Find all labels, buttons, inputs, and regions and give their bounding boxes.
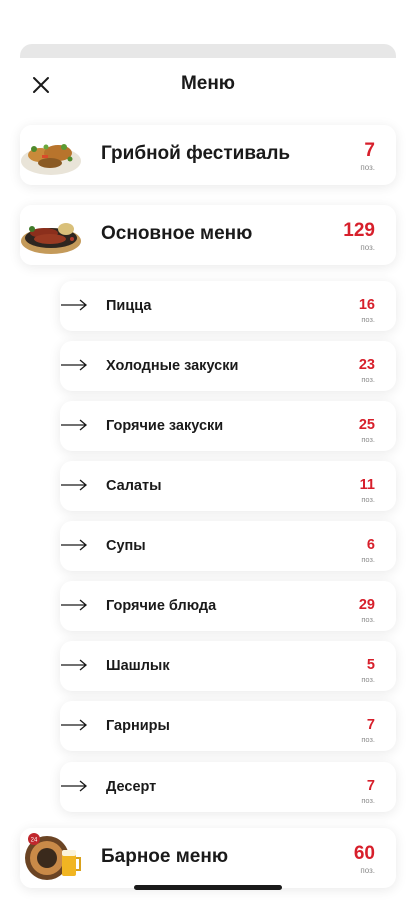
sheet-handle-area	[20, 44, 396, 58]
subcategory-cold-appetizers[interactable]: Холодные закуски 23 поз.	[60, 341, 396, 391]
category-card-main-menu[interactable]: Основное меню 129 поз.	[20, 205, 396, 265]
arrow-right-icon	[61, 299, 88, 311]
arrow-right-icon	[61, 539, 88, 551]
subcategory-name: Холодные закуски	[106, 358, 239, 374]
subcategory-name: Салаты	[106, 478, 162, 494]
count-unit: поз.	[361, 495, 375, 504]
item-count: 29 поз.	[359, 598, 375, 625]
item-count: 16 поз.	[359, 298, 375, 325]
category-name: Основное меню	[101, 223, 253, 244]
subcategory-name: Пицца	[106, 298, 152, 314]
subcategory-hot-dishes[interactable]: Горячие блюда 29 поз.	[60, 581, 396, 631]
arrow-right-icon	[61, 780, 88, 792]
arrow-right-icon	[61, 719, 88, 731]
item-count: 5 поз.	[361, 658, 375, 685]
bar-logo-photo: 24	[20, 828, 82, 888]
subcategory-pizza[interactable]: Пицца 16 поз.	[60, 281, 396, 331]
count-value: 7	[364, 140, 375, 161]
count-unit: поз.	[361, 315, 375, 324]
count-unit: поз.	[361, 615, 375, 624]
subcategory-shashlik[interactable]: Шашлык 5 поз.	[60, 641, 396, 691]
item-count: 11 поз.	[360, 478, 375, 505]
count-unit: поз.	[361, 375, 375, 384]
count-unit: поз.	[360, 163, 375, 172]
count-value: 11	[359, 477, 375, 493]
sausage-dish-photo	[20, 205, 82, 265]
subcategory-name: Шашлык	[106, 658, 170, 674]
subcategory-salads[interactable]: Салаты 11 поз.	[60, 461, 396, 511]
subcategory-soups[interactable]: Супы 6 поз.	[60, 521, 396, 571]
count-unit: поз.	[360, 866, 375, 875]
count-value: 16	[358, 297, 375, 313]
item-count: 6 поз.	[361, 538, 375, 565]
item-count: 60 поз.	[354, 844, 375, 876]
subcategory-hot-appetizers[interactable]: Горячие закуски 25 поз.	[60, 401, 396, 451]
subcategory-name: Горячие блюда	[106, 598, 217, 614]
item-count: 129 поз.	[343, 221, 375, 253]
mushroom-dish-photo	[20, 125, 82, 185]
count-value: 6	[366, 537, 375, 553]
arrow-right-icon	[61, 599, 88, 611]
item-count: 7 поз.	[360, 141, 375, 173]
header: Меню	[0, 58, 416, 114]
count-value: 5	[366, 657, 375, 673]
subcategory-name: Супы	[106, 538, 146, 554]
arrow-right-icon	[61, 479, 88, 491]
subcategory-sides[interactable]: Гарниры 7 поз.	[60, 701, 396, 751]
count-value: 7	[366, 717, 375, 733]
count-value: 60	[353, 843, 375, 864]
subcategory-dessert[interactable]: Десерт 7 поз.	[60, 762, 396, 812]
category-name: Грибной фестиваль	[101, 143, 291, 164]
count-value: 29	[358, 597, 375, 613]
bar-logo-badge: 24	[31, 838, 38, 844]
count-value: 23	[358, 357, 375, 373]
count-value: 7	[366, 778, 375, 794]
subcategory-name: Гарниры	[106, 718, 170, 734]
item-count: 25 поз.	[359, 418, 375, 445]
subcategory-name: Десерт	[106, 779, 157, 795]
count-unit: поз.	[361, 796, 375, 805]
count-value: 129	[343, 220, 375, 241]
arrow-right-icon	[61, 419, 88, 431]
home-indicator[interactable]	[134, 885, 282, 890]
arrow-right-icon	[61, 359, 88, 371]
count-unit: поз.	[361, 435, 375, 444]
count-unit: поз.	[360, 243, 375, 252]
count-value: 25	[358, 417, 375, 433]
subcategory-name: Горячие закуски	[106, 418, 224, 434]
category-name: Барное меню	[101, 846, 229, 867]
page-title: Меню	[180, 73, 236, 94]
count-unit: поз.	[361, 675, 375, 684]
count-unit: поз.	[361, 735, 375, 744]
item-count: 7 поз.	[361, 779, 375, 806]
item-count: 23 поз.	[359, 358, 375, 385]
category-card-mushroom-festival[interactable]: Грибной фестиваль 7 поз.	[20, 125, 396, 185]
count-unit: поз.	[361, 555, 375, 564]
category-card-bar-menu[interactable]: 24 Барное меню 60 поз.	[20, 828, 396, 888]
arrow-right-icon	[61, 659, 88, 671]
item-count: 7 поз.	[361, 718, 375, 745]
